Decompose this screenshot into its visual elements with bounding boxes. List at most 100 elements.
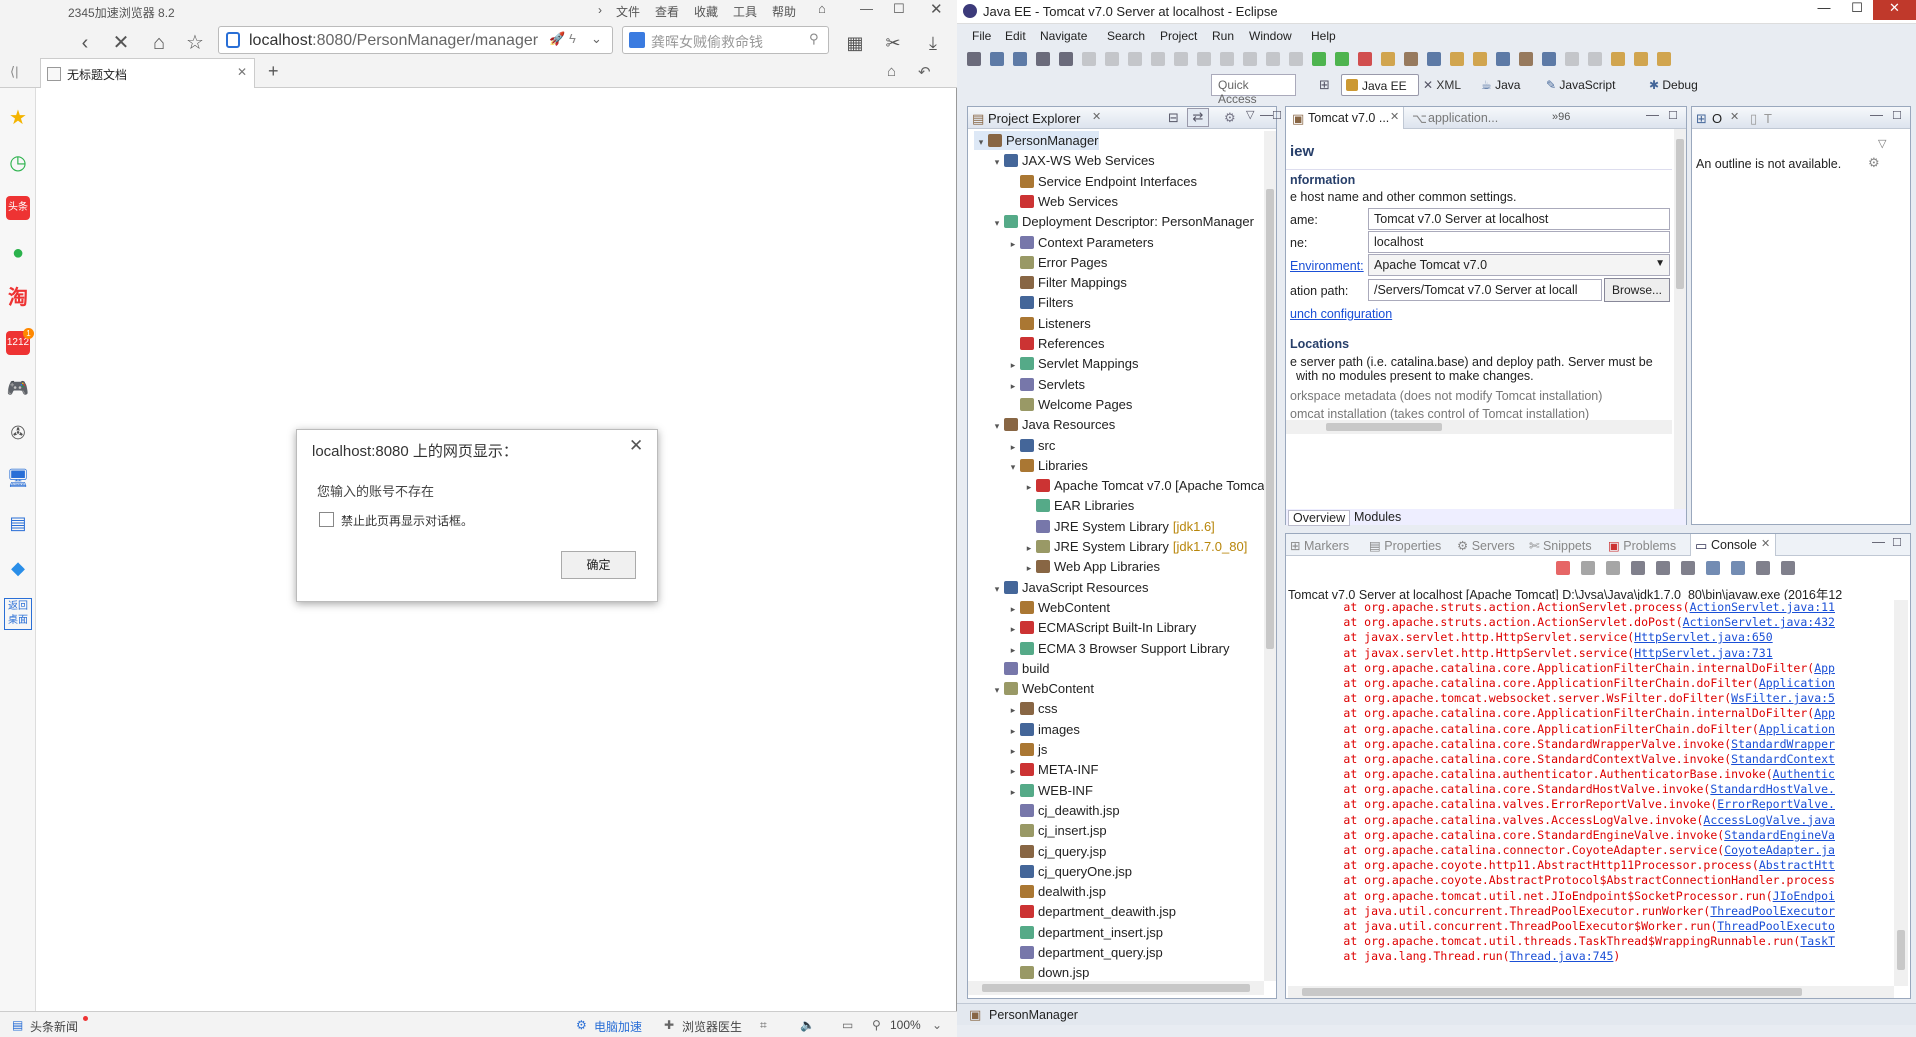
tree-item[interactable]: cj_deawith.jsp (1006, 801, 1120, 820)
tree-item[interactable]: dealwith.jsp (1006, 882, 1106, 901)
perspective-javaee[interactable]: Java EE (1341, 74, 1419, 96)
use-tomcat-installation-option[interactable]: omcat installation (takes control of Tom… (1290, 407, 1589, 421)
tab-outline[interactable]: O (1712, 111, 1722, 126)
address-bar[interactable]: localhost:8080/PersonManager/manager 🚀 ϟ… (218, 26, 613, 54)
chevron-down-icon[interactable]: ▾ (990, 681, 1004, 700)
remove-all-icon[interactable] (1606, 561, 1620, 575)
back-icon[interactable]: ‹ (72, 30, 98, 56)
resume-icon[interactable] (1105, 52, 1119, 66)
close-icon[interactable]: ✕ (930, 0, 943, 18)
scissors-icon[interactable]: ✂ (880, 30, 906, 56)
launch-configuration-link[interactable]: unch configuration (1290, 307, 1392, 321)
scroll-thumb[interactable] (1326, 423, 1442, 431)
chevron-right-icon[interactable]: ▸ (1006, 356, 1020, 375)
console-vertical-scrollbar[interactable] (1894, 600, 1908, 986)
chevron-down-icon[interactable]: ▾ (990, 214, 1004, 233)
tab-close-icon[interactable]: ✕ (1761, 537, 1770, 550)
tree-item[interactable]: department_query.jsp (1006, 943, 1163, 962)
scroll-lock-icon[interactable] (1631, 561, 1645, 575)
menu-navigate[interactable]: Navigate (1040, 29, 1087, 43)
chevron-right-icon[interactable]: ▸ (1006, 620, 1020, 639)
screen-icon[interactable]: ▭ (842, 1018, 853, 1032)
toutiao-icon[interactable]: 头条 (6, 196, 30, 220)
drop-frame-icon[interactable] (1266, 52, 1280, 66)
step-into-icon[interactable] (1197, 52, 1211, 66)
disconnect-icon[interactable] (1174, 52, 1188, 66)
show-stderr-icon[interactable] (1731, 561, 1745, 575)
stacktrace-link[interactable]: ThreadPoolExecuto (1717, 919, 1835, 933)
scroll-thumb[interactable] (1302, 988, 1802, 996)
minimize-icon[interactable]: — (1872, 534, 1885, 549)
tree-item[interactable]: ▸ Servlets (1006, 375, 1085, 394)
link-editor-icon[interactable]: ⇄ (1187, 108, 1209, 127)
stacktrace-link[interactable]: App (1814, 706, 1835, 720)
perspective-javascript[interactable]: ✎ JavaScript (1546, 78, 1615, 92)
stop-icon[interactable]: ✕ (108, 30, 134, 56)
tab-close-icon[interactable]: ✕ (237, 65, 247, 79)
wechat-icon[interactable]: ● (6, 241, 30, 265)
rocket-icon[interactable]: 🚀 (549, 31, 565, 47)
tab-overview[interactable]: Overview (1288, 510, 1351, 526)
ok-button[interactable]: 确定 (561, 551, 636, 579)
tree-item[interactable]: Filter Mappings (1006, 273, 1127, 292)
host-name-field[interactable]: localhost (1368, 231, 1670, 253)
tree-item[interactable]: ▾ Deployment Descriptor: PersonManager (990, 212, 1254, 231)
step-return-icon[interactable] (1243, 52, 1257, 66)
search-box[interactable]: 龚晖女贼偷救命钱 ⚲ (622, 26, 829, 54)
tree-item[interactable]: References (1006, 334, 1104, 353)
minimize-icon[interactable]: — (1809, 0, 1839, 20)
open-console-icon[interactable] (1781, 561, 1795, 575)
suppress-dialog-checkbox[interactable] (319, 512, 334, 527)
next-annotation-icon[interactable] (1588, 52, 1602, 66)
tree-item[interactable]: build (990, 659, 1049, 678)
pin-console-icon[interactable] (1681, 561, 1695, 575)
display-console-icon[interactable] (1756, 561, 1770, 575)
lightning-icon[interactable]: ϟ (569, 31, 576, 46)
menu-project[interactable]: Project (1160, 29, 1197, 43)
tree-vertical-scrollbar[interactable] (1264, 131, 1276, 981)
speaker-icon[interactable]: 🔈 (800, 1018, 815, 1032)
stacktrace-link[interactable]: WsFilter.java:5 (1731, 691, 1835, 705)
stacktrace-link[interactable]: Thread.java:745 (1510, 949, 1614, 963)
tab-application[interactable]: application... (1428, 111, 1498, 125)
menu-file[interactable]: 文件 (616, 3, 640, 20)
menu-window[interactable]: Window (1249, 29, 1292, 43)
chevron-right-icon[interactable]: ▸ (1006, 438, 1020, 457)
stacktrace-link[interactable]: Application (1759, 722, 1835, 736)
tab-close-icon[interactable]: ✕ (1390, 110, 1399, 123)
suspend-icon[interactable] (1128, 52, 1142, 66)
perspective-debug[interactable]: ✱ Debug (1649, 78, 1698, 92)
tree-item[interactable]: Web Services (1006, 192, 1118, 211)
tree-item[interactable]: ▾ JavaScript Resources (990, 578, 1149, 597)
stacktrace-link[interactable]: Authentic (1773, 767, 1835, 781)
scroll-thumb[interactable] (1897, 930, 1905, 970)
quick-access-input[interactable]: Quick Access (1211, 74, 1296, 106)
runtime-environment-select[interactable]: Apache Tomcat v7.0 ▼ (1368, 254, 1670, 276)
tree-item[interactable]: Filters (1006, 293, 1073, 312)
open-type-icon[interactable] (1450, 52, 1464, 66)
use-step-filters-icon[interactable] (1289, 52, 1303, 66)
dialog-close-icon[interactable]: ✕ (629, 436, 643, 456)
run-icon[interactable] (1335, 52, 1349, 66)
apps-grid-icon[interactable]: ▦ (842, 30, 868, 56)
debug-icon[interactable] (1312, 52, 1326, 66)
maximize-icon[interactable]: ☐ (1892, 536, 1902, 549)
tree-item[interactable]: Error Pages (1006, 253, 1107, 272)
menu-tools[interactable]: 工具 (733, 3, 757, 20)
return-desktop-button[interactable]: 返回桌面 (4, 598, 32, 630)
scroll-thumb[interactable] (1676, 139, 1684, 289)
runtime-environment-link[interactable]: Environment: (1290, 259, 1364, 273)
menu-run[interactable]: Run (1212, 29, 1234, 43)
tree-item[interactable]: EAR Libraries (1022, 496, 1134, 515)
collapse-all-icon[interactable]: ⊟ (1168, 110, 1179, 126)
chevron-right-icon[interactable]: ▸ (1022, 539, 1036, 558)
stacktrace-link[interactable]: HttpServlet.java:650 (1634, 630, 1772, 644)
menu-search[interactable]: Search (1107, 29, 1145, 43)
eraser-icon[interactable]: ◆ (6, 556, 30, 580)
stacktrace-link[interactable]: CoyoteAdapter.ja (1724, 843, 1835, 857)
tab-task-list[interactable]: T (1764, 111, 1772, 126)
stacktrace-link[interactable]: StandardContext (1731, 752, 1835, 766)
tree-item[interactable]: down.jsp (1006, 963, 1089, 981)
chevron-down-icon[interactable]: ▾ (990, 153, 1004, 172)
save-icon[interactable] (990, 52, 1004, 66)
